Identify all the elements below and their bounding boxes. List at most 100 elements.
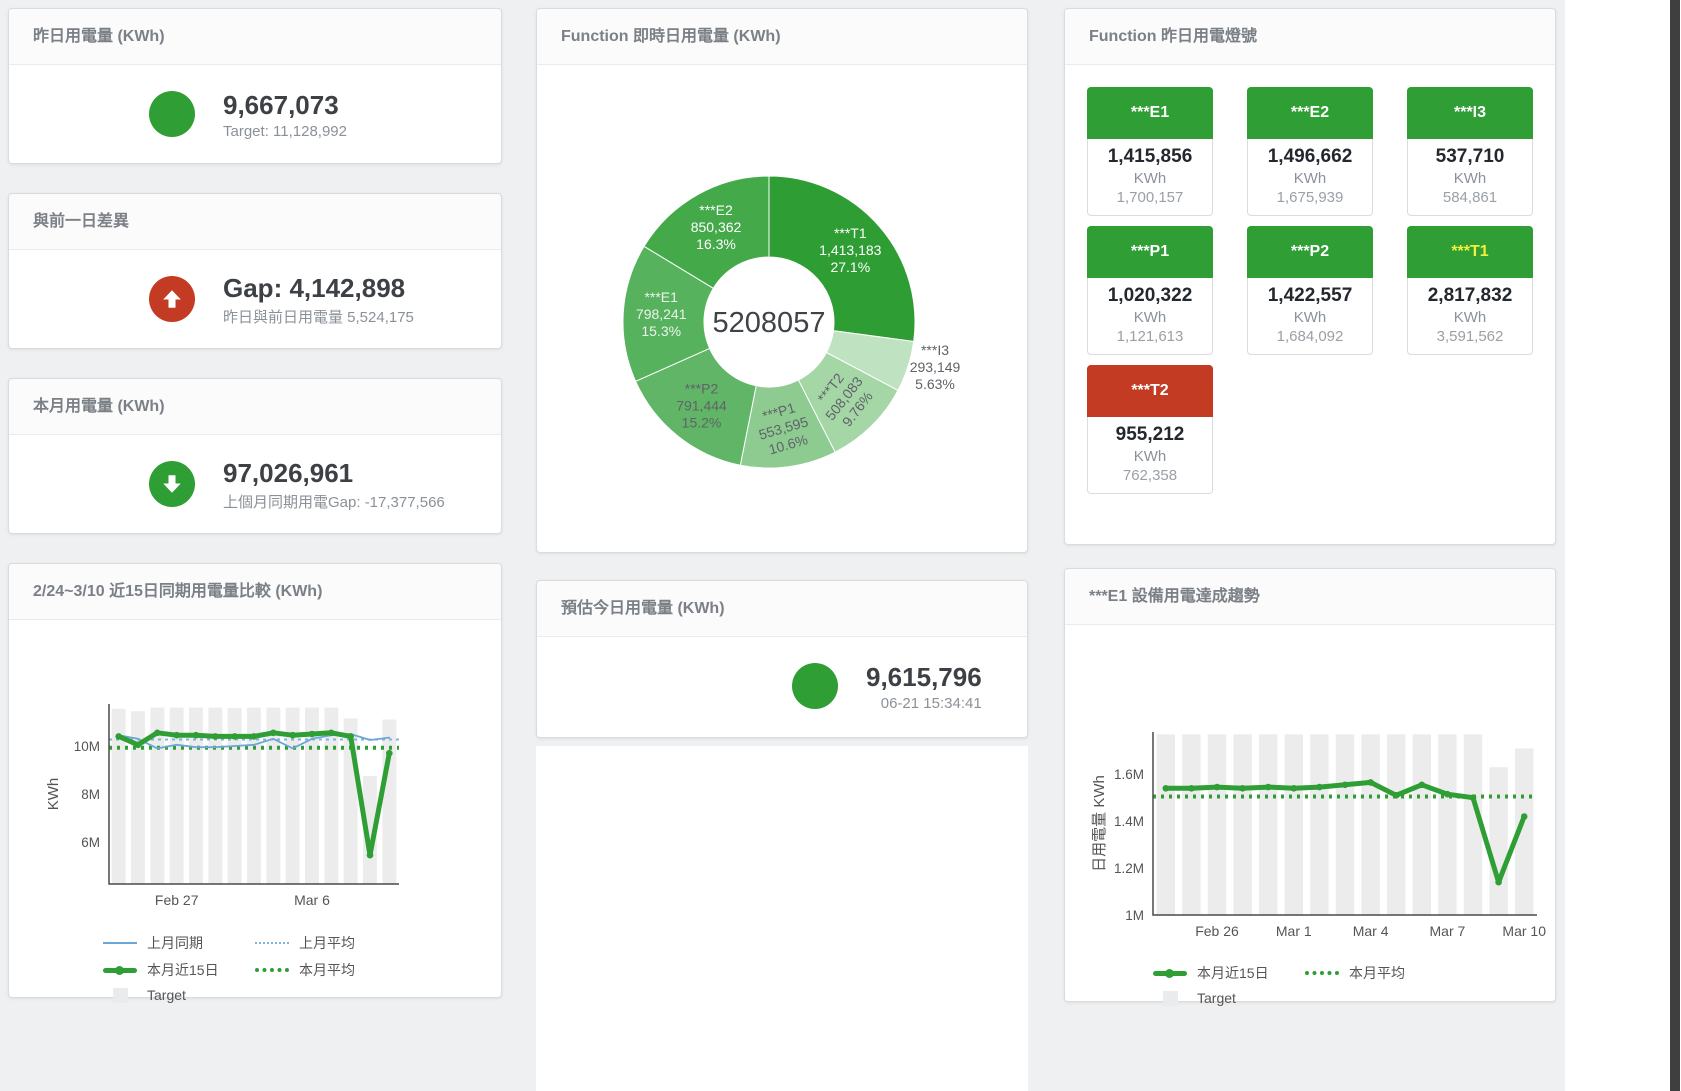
sw-green-line-icon (103, 968, 137, 973)
target-bar (1310, 734, 1328, 915)
series-marker (270, 730, 277, 737)
tile-unit: KWh (1090, 309, 1210, 326)
tile-value: 2,817,832 (1410, 285, 1530, 307)
tile-target-value: 1,700,157 (1090, 189, 1210, 206)
legend-item[interactable]: 上月平均 (255, 933, 407, 953)
card-title: 本月用電量 (KWh) (9, 379, 501, 435)
status-tile: ***P21,422,557KWh1,684,092 (1247, 226, 1373, 355)
tile-target-value: 1,675,939 (1250, 189, 1370, 206)
status-tile-grid: ***E11,415,856KWh1,700,157***E21,496,662… (1065, 65, 1555, 494)
y-tick-label: 1.2M (1114, 861, 1144, 876)
tile-device-name: ***P2 (1247, 226, 1373, 278)
x-tick-label: Feb 27 (155, 892, 199, 908)
series-marker (115, 733, 122, 740)
series-marker (1444, 791, 1451, 798)
y-tick-label: 6M (81, 835, 100, 850)
status-circle-icon (792, 663, 838, 709)
comparison-chart[interactable]: 6M8M10MFeb 27Mar 6KWh (9, 692, 501, 927)
target-bar (1208, 734, 1226, 915)
arrow-down-circle-icon (149, 461, 195, 507)
kpi-body: 97,026,961 上個月同期用電Gap: -17,377,566 (9, 435, 501, 533)
tile-device-name: ***I3 (1407, 87, 1533, 139)
tile-target-value: 3,591,562 (1410, 328, 1530, 345)
tile-value: 955,212 (1090, 424, 1210, 446)
y-tick-label: 1.6M (1114, 767, 1144, 782)
series-marker (1419, 782, 1426, 789)
target-bar (382, 720, 396, 884)
left-column: 昨日用電量 (KWh) 9,667,073 Target: 11,128,992… (8, 8, 502, 998)
legend-item[interactable]: 本月平均 (255, 960, 407, 980)
legend-item[interactable]: 上月同期 (103, 933, 255, 953)
sw-target-icon (113, 988, 128, 1003)
tile-target-value: 1,684,092 (1250, 328, 1370, 345)
kpi-timestamp: 06-21 15:34:41 (866, 695, 982, 712)
kpi-value: 9,667,073 (223, 89, 347, 121)
tile-unit: KWh (1090, 170, 1210, 187)
series-marker (173, 732, 180, 739)
card-estimated-today: 預估今日用電量 (KWh) 9,615,796 06-21 15:34:41 (536, 580, 1028, 738)
legend-item[interactable]: 本月平均 (1305, 963, 1457, 983)
card-gap-previous-day: 與前一日差異 Gap: 4,142,898 昨日與前日用電量 5,524,175 (8, 193, 502, 349)
series-marker (1316, 784, 1323, 791)
donut-chart[interactable]: ***T11,413,18327.1%***I3293,1495.63%***T… (537, 65, 1027, 553)
target-bar (1157, 734, 1175, 915)
card-e1-trend-chart: ***E1 設備用電達成趨勢 1M1.2M1.4M1.6MFeb 26Mar 1… (1064, 568, 1556, 1002)
series-marker (1239, 785, 1246, 792)
legend-item[interactable]: 本月近15日 (103, 960, 255, 980)
trend-chart[interactable]: 1M1.2M1.4M1.6MFeb 26Mar 1Mar 4Mar 7Mar 1… (1065, 720, 1555, 957)
sw-green-line-icon (1153, 971, 1187, 976)
series-marker (347, 733, 354, 740)
legend-item[interactable]: 本月近15日 (1153, 963, 1305, 983)
target-bar (1259, 734, 1277, 915)
kpi-value: Gap: 4,142,898 (223, 272, 414, 304)
legend-label: 本月近15日 (1197, 963, 1269, 983)
series-marker (212, 733, 219, 740)
kpi-value: 97,026,961 (223, 457, 445, 489)
sw-blue-line-icon (103, 942, 137, 944)
tile-unit: KWh (1410, 170, 1530, 187)
legend-item[interactable]: Target (103, 987, 255, 1003)
tile-unit: KWh (1410, 309, 1530, 326)
tile-value: 1,415,856 (1090, 146, 1210, 168)
tile-unit: KWh (1250, 170, 1370, 187)
status-tile: ***I3537,710KWh584,861 (1407, 87, 1533, 216)
donut-slice-label: ***I3293,1495.63% (910, 342, 961, 392)
series-marker (289, 732, 296, 739)
arrow-up-circle-icon (149, 276, 195, 322)
series-marker (1367, 779, 1374, 786)
tile-value: 1,422,557 (1250, 285, 1370, 307)
right-column: Function 昨日用電燈號 ***E11,415,856KWh1,700,1… (1064, 8, 1556, 1002)
series-marker (309, 731, 316, 738)
kpi-value: 9,615,796 (866, 661, 982, 693)
tile-body: 1,415,856 KWh 1,700,157 (1087, 139, 1213, 216)
tile-value: 537,710 (1410, 146, 1530, 168)
comparison-chart-legend: 上月同期上月平均本月近15日 本月平均Target (103, 933, 501, 1003)
status-tile: ***T12,817,832KWh3,591,562 (1407, 226, 1533, 355)
card-title: Function 昨日用電燈號 (1065, 9, 1555, 65)
legend-label: 本月近15日 (147, 960, 219, 980)
target-bar (1182, 734, 1200, 915)
x-tick-label: Feb 26 (1195, 923, 1239, 939)
series-marker (1291, 785, 1298, 792)
background-spacer (536, 746, 1028, 1091)
scrollbar-thumb[interactable] (1670, 0, 1680, 1091)
series-marker (1470, 794, 1477, 801)
status-tile: ***E11,415,856KWh1,700,157 (1087, 87, 1213, 216)
series-marker (386, 750, 393, 757)
y-tick-label: 8M (81, 787, 100, 802)
tile-body: 2,817,832 KWh 3,591,562 (1407, 278, 1533, 355)
kpi-subtitle: 上個月同期用電Gap: -17,377,566 (223, 491, 445, 512)
card-title: Function 即時日用電量 (KWh) (537, 9, 1027, 65)
target-bar (1336, 734, 1354, 915)
target-bar (1413, 734, 1431, 915)
card-yesterday-usage: 昨日用電量 (KWh) 9,667,073 Target: 11,128,992 (8, 8, 502, 164)
target-bar (1438, 734, 1456, 915)
tile-device-name: ***P1 (1087, 226, 1213, 278)
legend-label: 本月平均 (1349, 963, 1405, 983)
series-marker (1214, 784, 1221, 791)
target-bar (1233, 734, 1251, 915)
legend-item[interactable]: Target (1153, 990, 1305, 1006)
tile-value: 1,020,322 (1090, 285, 1210, 307)
series-marker (193, 732, 200, 739)
y-tick-label: 1.4M (1114, 814, 1144, 829)
